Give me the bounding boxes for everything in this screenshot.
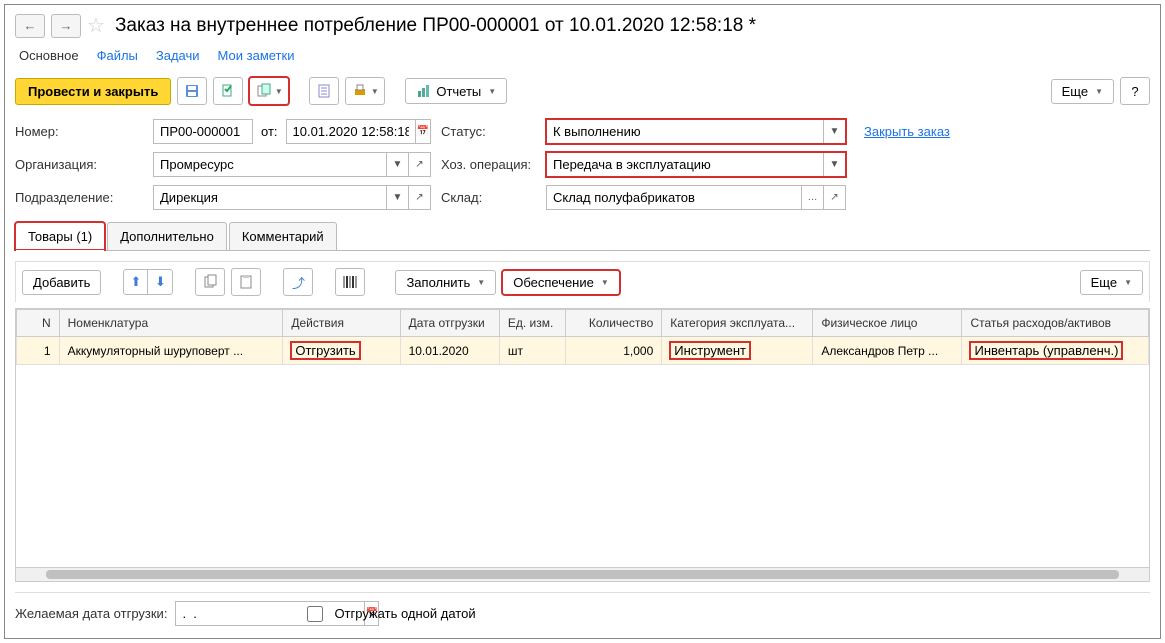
horizontal-scrollbar[interactable] [15, 568, 1150, 582]
col-nom[interactable]: Номенклатура [59, 310, 283, 337]
col-date[interactable]: Дата отгрузки [400, 310, 499, 337]
dept-open-icon[interactable]: ↗ [409, 185, 431, 210]
number-label: Номер: [15, 124, 143, 139]
date-input[interactable] [286, 119, 416, 144]
op-label: Хоз. операция: [441, 157, 536, 172]
reports-button[interactable]: Отчеты▼ [405, 78, 507, 104]
bottom-panel: Желаемая дата отгрузки: 📅 Отгружать одно… [15, 592, 1150, 626]
col-article[interactable]: Статья расходов/активов [962, 310, 1149, 337]
wh-select-icon[interactable]: … [802, 185, 824, 210]
table-more-button[interactable]: Еще▼ [1080, 270, 1143, 295]
col-person[interactable]: Физическое лицо [813, 310, 962, 337]
window-frame: ← → ☆ Заказ на внутреннее потребление ПР… [4, 4, 1161, 639]
col-n[interactable]: N [17, 310, 60, 337]
add-button[interactable]: Добавить [22, 270, 101, 295]
tab-goods[interactable]: Товары (1) [15, 222, 105, 250]
fill-button[interactable]: Заполнить▼ [395, 270, 496, 295]
dept-dropdown-icon[interactable]: ▼ [387, 185, 409, 210]
single-date-label: Отгружать одной датой [334, 606, 475, 621]
nav-tab-tasks[interactable]: Задачи [156, 48, 200, 63]
dept-input[interactable] [153, 185, 387, 210]
main-toolbar: Провести и закрыть ▼ ▼ Отчеты▼ Еще▼ ? [15, 77, 1150, 105]
move-down-button[interactable]: ⬇ [148, 270, 172, 294]
post-and-close-button[interactable]: Провести и закрыть [15, 78, 171, 105]
nav-tab-notes[interactable]: Мои заметки [218, 48, 295, 63]
status-input[interactable] [546, 119, 824, 144]
more-button[interactable]: Еще▼ [1051, 79, 1114, 104]
goods-table[interactable]: N Номенклатура Действия Дата отгрузки Ед… [15, 308, 1150, 568]
table-toolbar: Добавить ⬆ ⬇ ⤴ Заполнить▼ Обеспечение▼ Е… [15, 261, 1150, 302]
page-title: Заказ на внутреннее потребление ПР00-000… [115, 15, 756, 37]
table-row[interactable]: 1 Аккумуляторный шуруповерт ... Отгрузит… [17, 337, 1149, 365]
tab-comment[interactable]: Комментарий [229, 222, 337, 250]
share-button[interactable]: ⤴ [283, 268, 313, 296]
col-qty[interactable]: Количество [566, 310, 662, 337]
create-based-on-button[interactable]: ▼ [249, 77, 289, 105]
supply-button[interactable]: Обеспечение▼ [502, 270, 620, 295]
number-input[interactable] [153, 119, 253, 144]
org-open-icon[interactable]: ↗ [409, 152, 431, 177]
op-dropdown-icon[interactable]: ▼ [824, 152, 846, 177]
col-cat[interactable]: Категория эксплуата... [662, 310, 813, 337]
nav-tabs: Основное Файлы Задачи Мои заметки [15, 48, 1150, 63]
document-button[interactable] [309, 77, 339, 105]
wh-label: Склад: [441, 190, 536, 205]
help-button[interactable]: ? [1120, 77, 1150, 105]
status-dropdown-icon[interactable]: ▼ [824, 119, 846, 144]
copy-button[interactable] [195, 268, 225, 296]
org-dropdown-icon[interactable]: ▼ [387, 152, 409, 177]
col-unit[interactable]: Ед. изм. [499, 310, 566, 337]
move-up-button[interactable]: ⬆ [124, 270, 148, 294]
nav-tab-main[interactable]: Основное [19, 48, 79, 63]
col-act[interactable]: Действия [283, 310, 400, 337]
org-input[interactable] [153, 152, 387, 177]
forward-button[interactable]: → [51, 14, 81, 38]
barcode-button[interactable] [335, 268, 365, 296]
post-button[interactable] [213, 77, 243, 105]
save-button[interactable] [177, 77, 207, 105]
wh-input[interactable] [546, 185, 802, 210]
wh-open-icon[interactable]: ↗ [824, 185, 846, 210]
back-button[interactable]: ← [15, 14, 45, 38]
calendar-icon[interactable]: 📅 [416, 119, 431, 144]
form-fields: Номер: от: 📅 Статус: ▼ Закрыть заказ Орг… [15, 119, 1150, 210]
org-label: Организация: [15, 157, 143, 172]
ship-date-label: Желаемая дата отгрузки: [15, 606, 167, 621]
tab-extra[interactable]: Дополнительно [107, 222, 227, 250]
move-buttons: ⬆ ⬇ [123, 269, 173, 295]
star-icon[interactable]: ☆ [87, 13, 105, 38]
close-order-link[interactable]: Закрыть заказ [864, 124, 950, 139]
title-bar: ← → ☆ Заказ на внутреннее потребление ПР… [15, 13, 1150, 38]
paste-button[interactable] [231, 268, 261, 296]
dept-label: Подразделение: [15, 190, 143, 205]
op-input[interactable] [546, 152, 824, 177]
from-label: от: [253, 124, 286, 139]
detail-tabs: Товары (1) Дополнительно Комментарий [15, 222, 1150, 251]
nav-tab-files[interactable]: Файлы [97, 48, 138, 63]
status-label: Статус: [441, 124, 536, 139]
single-date-checkbox[interactable] [307, 606, 323, 622]
print-button[interactable]: ▼ [345, 77, 385, 105]
